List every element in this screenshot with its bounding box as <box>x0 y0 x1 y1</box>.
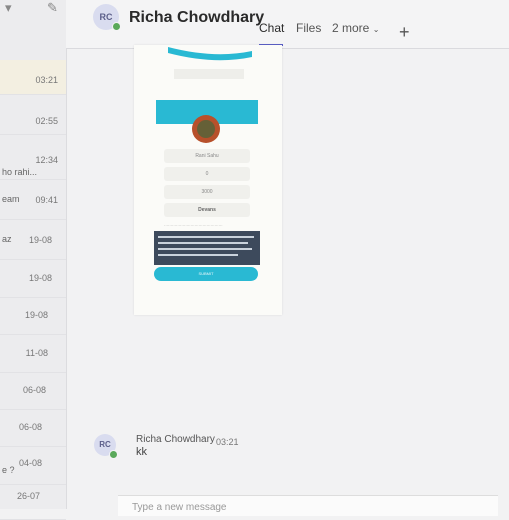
chat-list-item-time: 09:41 <box>35 195 58 205</box>
chat-list-item-time: 02:55 <box>35 116 58 126</box>
popup-text-line <box>158 236 254 238</box>
chat-list-item-time: 11-08 <box>25 348 48 358</box>
chat-list-item-snippet: e ? <box>2 465 15 475</box>
filter-icon[interactable]: ▾ <box>5 0 12 16</box>
form-field: 0 <box>164 167 250 181</box>
message: RC Richa Chowdhary 03:21 kk <box>94 434 294 474</box>
popup-text-line <box>158 242 248 244</box>
chat-list-item-time: 26-07 <box>16 491 40 501</box>
compose-box[interactable]: Type a new message <box>118 495 498 516</box>
chat-list-item[interactable]: 26-07 <box>0 485 66 520</box>
chat-list-item-snippet: eam <box>2 194 20 204</box>
message-author: Richa Chowdhary <box>136 434 215 445</box>
form-field: 3000 <box>164 185 250 199</box>
chat-list-item-snippet: az <box>2 234 12 244</box>
chat-list-item-time: 03:21 <box>35 75 58 85</box>
chat-list-item[interactable]: az 19-08 <box>0 225 66 260</box>
contact-name: Richa Chowdhary <box>129 9 265 26</box>
chat-list-pane: ▾ ✎ 03:21 02:55 12:34 ho rahi... eam 09:… <box>0 0 67 520</box>
shared-image[interactable]: ········································… <box>134 45 282 315</box>
chat-list-item[interactable]: 11-08 <box>0 338 66 373</box>
profile-photo-detail <box>197 120 215 138</box>
online-status-icon <box>112 22 121 31</box>
chat-header: RC Richa Chowdhary Chat Files 2 more ⌄ + <box>66 0 509 49</box>
chevron-down-icon: ⌄ <box>372 25 380 34</box>
chat-list-item[interactable]: 19-08 <box>0 300 66 335</box>
chat-list-item-snippet: ho rahi... <box>2 167 38 177</box>
chat-list-item[interactable]: 06-08 <box>0 375 66 410</box>
phone-status-bar <box>174 69 244 79</box>
chat-list-item-time: 06-08 <box>22 385 46 395</box>
message-text: kk <box>136 446 147 458</box>
chat-list-item[interactable]: 06-08 <box>0 412 66 447</box>
chat-list-item[interactable]: 12:34 ho rahi... <box>0 145 66 180</box>
chat-list-item-time: 19-08 <box>28 273 52 283</box>
chat-list-item[interactable]: eam 09:41 <box>0 185 66 220</box>
chat-list-item-time: 04-08 <box>18 458 42 468</box>
popup-text-line <box>158 254 238 256</box>
tab-chat[interactable]: Chat <box>259 21 284 35</box>
teal-banner <box>168 47 252 61</box>
form-dropdown: Devans <box>164 203 250 217</box>
compose-placeholder: Type a new message <box>132 502 227 513</box>
compose-icon[interactable]: ✎ <box>47 0 58 16</box>
chat-list-item[interactable]: 03:21 <box>0 60 66 95</box>
form-field: Rani Sahu <box>164 149 250 163</box>
avatar-initials: RC <box>99 12 113 22</box>
online-status-icon <box>109 450 118 459</box>
popup-text-line <box>158 248 252 250</box>
chat-list-item-time: 19-08 <box>24 310 48 320</box>
tab-more-label: 2 more <box>332 21 370 35</box>
plus-icon[interactable]: + <box>399 22 410 43</box>
submit-button-label: SUBMIT <box>198 271 214 276</box>
form-note-text: ········································… <box>164 223 223 228</box>
chat-list-item-time: 19-08 <box>28 235 52 245</box>
message-avatar-initials: RC <box>99 440 111 449</box>
chat-list-item-time: 06-08 <box>18 422 42 432</box>
chat-list-item[interactable]: 04-08 e ? <box>0 450 66 485</box>
chat-list-item-time: 12:34 <box>35 155 58 165</box>
tab-files[interactable]: Files <box>296 21 321 35</box>
chat-list-item[interactable]: 02:55 <box>0 100 66 135</box>
tab-more[interactable]: 2 more ⌄ <box>332 21 379 35</box>
message-time: 03:21 <box>216 437 239 447</box>
chat-list-item[interactable]: 19-08 <box>0 263 66 298</box>
